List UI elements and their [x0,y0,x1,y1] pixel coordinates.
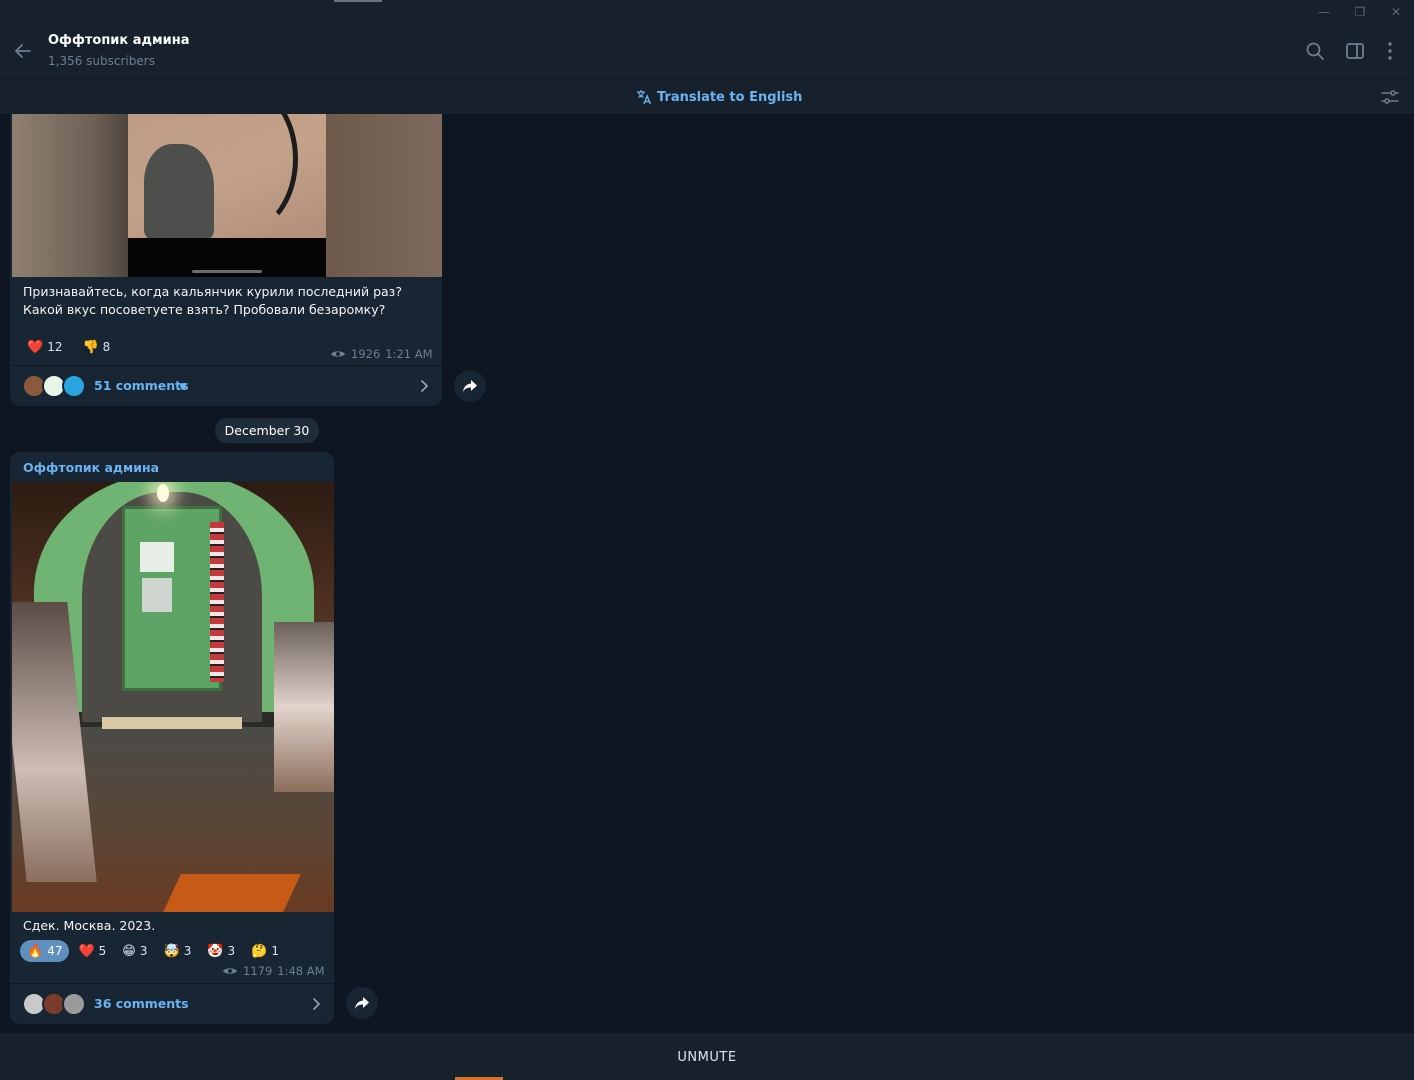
photo-step [102,717,242,729]
back-arrow-icon[interactable] [12,40,34,62]
close-window-button[interactable]: ✕ [1387,4,1405,20]
photo-notice-2 [142,578,172,612]
photo-notice [140,542,174,572]
post-photo[interactable] [12,482,334,912]
photo-handle [192,270,262,273]
post-meta: 1179 1:48 AM [222,964,325,978]
search-icon[interactable] [1305,41,1325,61]
comments-row[interactable]: 36 comments [10,983,334,1023]
reaction-clown[interactable]: 🤡 3 [200,940,242,962]
chat-header: Оффтопик админа 1,356 subscribers [0,24,1414,78]
share-button[interactable] [346,987,378,1019]
reaction-count: 5 [98,944,107,958]
reaction-count: 3 [227,944,236,958]
photo-snow-right [274,622,334,792]
reaction-thumbs-down[interactable]: 👎 8 [75,336,117,358]
unread-dot [180,383,186,389]
comments-row[interactable]: 51 comments [10,365,442,405]
reaction-grin[interactable]: 😁 3 [115,940,154,962]
avatar [62,992,86,1016]
reaction-count: 1 [271,944,279,958]
post-caption: Сдек. Москва. 2023. [23,918,156,933]
reaction-count: 8 [102,340,111,354]
sidebar-toggle-icon[interactable] [1345,41,1365,61]
date-separator: December 30 [215,418,319,443]
channel-post[interactable]: Оффтопик админа Сдек. Москва. 2023. 🔥 47… [10,452,334,1024]
views-eye-icon [331,351,345,357]
commenter-avatars [22,374,86,398]
photo-blur-left [12,114,128,277]
comments-count[interactable]: 51 comments [94,378,189,393]
photo-orange-patch [163,874,301,912]
share-button[interactable] [454,370,486,402]
heart-icon: ❤️ [78,943,95,959]
reaction-fire[interactable]: 🔥 47 [20,940,70,962]
bottom-bar: UNMUTE [0,1032,1414,1080]
chevron-right-icon[interactable] [309,996,323,1012]
thinking-icon: 🤔 [251,943,268,959]
chat-title[interactable]: Оффтопик админа [48,33,190,48]
avatar [62,374,86,398]
reactions-bar: ❤️ 12 👎 8 [20,336,117,358]
unmute-button[interactable]: UNMUTE [0,1033,1414,1080]
window-titlebar: — ❐ ✕ [0,0,1414,24]
fire-icon: 🔥 [27,943,44,959]
translate-label: Translate to English [657,89,803,105]
post-time: 1:21 AM [385,347,433,361]
translate-bar: Translate to English [0,78,1414,114]
photo-blur-right [326,114,442,277]
reaction-count: 3 [139,944,148,958]
views-eye-icon [223,968,237,974]
post-author[interactable]: Оффтопик админа [23,460,159,475]
clown-icon: 🤡 [207,943,224,959]
view-count: 1179 [243,964,273,978]
reactions-bar: 🔥 47 ❤️ 5 😁 3 🤯 3 🤡 3 🤔 1 [20,940,286,962]
commenter-avatars [22,992,86,1016]
photo-door [122,506,222,691]
restore-button[interactable]: ❐ [1351,4,1369,20]
share-arrow-icon [355,997,369,1009]
translate-icon [637,90,652,105]
translate-button[interactable]: Translate to English [635,88,802,106]
subscriber-count: 1,356 subscribers [48,54,155,68]
reaction-heart[interactable]: ❤️ 12 [20,336,69,358]
photo-lamp [157,484,169,502]
reaction-count: 12 [47,340,63,354]
view-count: 1926 [351,347,381,361]
photo-ornament [210,522,224,682]
chevron-right-icon[interactable] [417,378,431,394]
channel-post[interactable]: Признавайтесь, когда кальянчик курили по… [10,114,442,406]
active-tab-indicator [334,0,382,2]
comments-count[interactable]: 36 comments [94,996,189,1011]
reaction-count: 47 [47,944,63,958]
post-time: 1:48 AM [277,964,325,978]
more-vertical-icon[interactable] [1380,41,1400,61]
grin-icon: 😁 [122,943,136,959]
exploding-head-icon: 🤯 [163,943,180,959]
share-arrow-icon [463,380,477,392]
thumbs-down-icon: 👎 [82,339,99,355]
reaction-exploding-head[interactable]: 🤯 3 [157,940,199,962]
reaction-count: 3 [183,944,192,958]
post-meta: 1926 1:21 AM [330,347,433,361]
filter-settings-icon[interactable] [1380,87,1400,107]
post-photo[interactable] [12,114,442,277]
reaction-heart[interactable]: ❤️ 5 [71,940,113,962]
heart-icon: ❤️ [27,339,44,355]
minimize-button[interactable]: — [1315,4,1333,20]
post-caption: Признавайтесь, когда кальянчик курили по… [23,284,402,317]
reaction-thinking[interactable]: 🤔 1 [244,940,286,962]
